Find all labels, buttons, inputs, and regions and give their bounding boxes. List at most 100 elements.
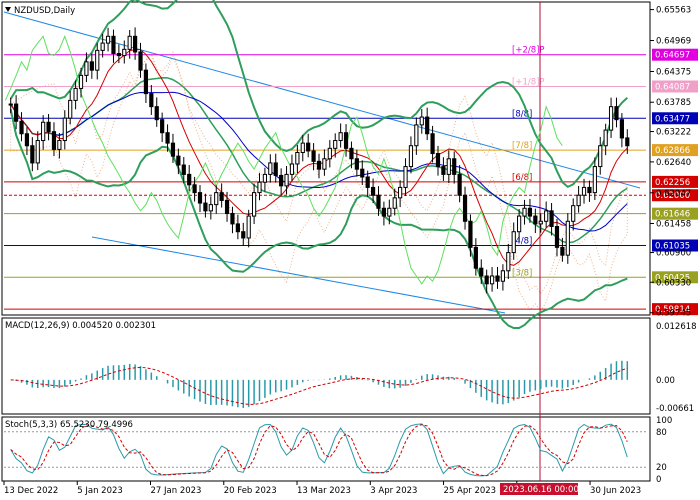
price-tick-label: 0.62640 bbox=[656, 158, 691, 168]
candle-body bbox=[484, 275, 489, 285]
candle-body bbox=[435, 153, 441, 168]
macd-tick-label: -0.00661 bbox=[656, 404, 694, 414]
price-level-badge-text: 0.62866 bbox=[655, 146, 690, 156]
candle-body bbox=[544, 210, 549, 222]
candle-body bbox=[133, 35, 138, 53]
candle-body bbox=[84, 61, 89, 76]
symbol-label-group: NZDUSD,Daily bbox=[5, 6, 75, 16]
macd-tick-label: 0.00 bbox=[656, 376, 675, 386]
chart-window[interactable]: [+2/8]P[+1/8]P[8/8][7/8][6/8][4/8][3/8] … bbox=[0, 0, 700, 500]
candle-body bbox=[538, 220, 543, 225]
candle-body bbox=[614, 106, 619, 121]
candle-body bbox=[576, 194, 581, 207]
price-tick-label: 0.60900 bbox=[656, 249, 691, 259]
candle-body bbox=[549, 210, 554, 228]
candle-body bbox=[187, 173, 192, 186]
candle-body bbox=[78, 74, 84, 89]
candle-body bbox=[100, 42, 105, 51]
candle-body bbox=[246, 215, 251, 239]
stoch-tick-label: 0 bbox=[656, 475, 661, 485]
candle-body bbox=[381, 207, 387, 217]
candle-body bbox=[343, 132, 349, 149]
candle-body bbox=[608, 106, 614, 131]
symbol-label: NZDUSD,Daily bbox=[14, 6, 75, 16]
murrey-level-label: [7/8] bbox=[512, 141, 532, 151]
candle-body bbox=[462, 194, 468, 222]
candle-body bbox=[327, 147, 332, 160]
time-tick-label: 13 Dec 2022 bbox=[4, 486, 58, 496]
candle-body bbox=[360, 168, 365, 178]
candle-body bbox=[387, 207, 392, 217]
candle-body bbox=[284, 173, 289, 187]
candle-body bbox=[279, 174, 284, 187]
time-tick-label: 25 Apr 2023 bbox=[444, 486, 497, 496]
candle-body bbox=[122, 48, 127, 57]
candle-body bbox=[160, 119, 165, 134]
candle-body bbox=[554, 226, 560, 248]
candle-body bbox=[89, 61, 94, 71]
price-tick-label: 0.61458 bbox=[656, 219, 691, 229]
candle-body bbox=[603, 129, 608, 147]
candle-body bbox=[68, 99, 73, 119]
candle-body bbox=[300, 142, 305, 154]
candle-body bbox=[219, 192, 224, 201]
candle-body bbox=[354, 158, 359, 170]
candle-body bbox=[500, 270, 505, 282]
candle-body bbox=[446, 158, 451, 175]
candle-body bbox=[57, 140, 62, 150]
stoch-tick-label: 100 bbox=[656, 416, 672, 426]
time-tick-label: 5 Jan 2023 bbox=[77, 486, 123, 496]
candle-body bbox=[587, 186, 592, 194]
candle-body bbox=[592, 166, 597, 194]
candle-body bbox=[479, 267, 484, 277]
candle-body bbox=[365, 176, 370, 188]
candle-body bbox=[581, 186, 587, 196]
candle-body bbox=[46, 121, 51, 133]
candle-body bbox=[511, 231, 516, 254]
candle-body bbox=[468, 220, 473, 248]
candle-body bbox=[452, 158, 457, 175]
candle-body bbox=[322, 158, 327, 170]
candle-body bbox=[419, 116, 424, 126]
candle-body bbox=[176, 155, 181, 166]
candle-body bbox=[230, 212, 235, 225]
price-level-badge-text: 0.64697 bbox=[655, 51, 690, 61]
candle-body bbox=[311, 150, 316, 162]
candle-body bbox=[95, 49, 100, 71]
candle-body bbox=[181, 164, 186, 175]
price-tick-label: 0.63785 bbox=[656, 98, 691, 108]
candle-body bbox=[170, 142, 176, 157]
candle-body bbox=[527, 207, 533, 217]
candle-body bbox=[403, 166, 408, 188]
candle-body bbox=[489, 275, 495, 285]
candle-body bbox=[441, 166, 446, 175]
stoch-label: Stoch(5,3,3) 65.5230 79.4996 bbox=[5, 420, 133, 430]
candle-body bbox=[349, 147, 354, 160]
candle-body bbox=[571, 205, 576, 222]
candle-body bbox=[262, 173, 268, 183]
candle-body bbox=[192, 184, 197, 194]
price-level-badge-text: 0.62256 bbox=[655, 178, 690, 188]
candle-body bbox=[19, 120, 24, 135]
candle-body bbox=[51, 131, 57, 150]
candle-body bbox=[62, 117, 67, 142]
candle-body bbox=[214, 192, 219, 206]
price-tick-label: 0.63222 bbox=[656, 128, 691, 138]
time-tick-label: 20 Feb 2023 bbox=[224, 486, 277, 496]
candle-body bbox=[295, 152, 300, 165]
candle-body bbox=[268, 162, 273, 175]
candle-body bbox=[338, 132, 343, 142]
macd-panel[interactable] bbox=[1, 317, 651, 415]
price-level-badge-text: 0.64087 bbox=[655, 82, 690, 92]
candle-body bbox=[560, 246, 565, 256]
stoch-tick-label: 80 bbox=[656, 428, 667, 438]
time-tick-label: 30 Jun 2023 bbox=[590, 486, 641, 496]
price-tick-label: 0.59745 bbox=[656, 309, 691, 319]
macd-tick-label: 0.012618 bbox=[656, 322, 697, 332]
candle-body bbox=[398, 186, 403, 199]
candle-body bbox=[495, 275, 500, 282]
candle-body bbox=[533, 215, 538, 225]
candle-body bbox=[408, 145, 414, 168]
candle-body bbox=[24, 133, 30, 147]
candle-body bbox=[8, 103, 13, 106]
